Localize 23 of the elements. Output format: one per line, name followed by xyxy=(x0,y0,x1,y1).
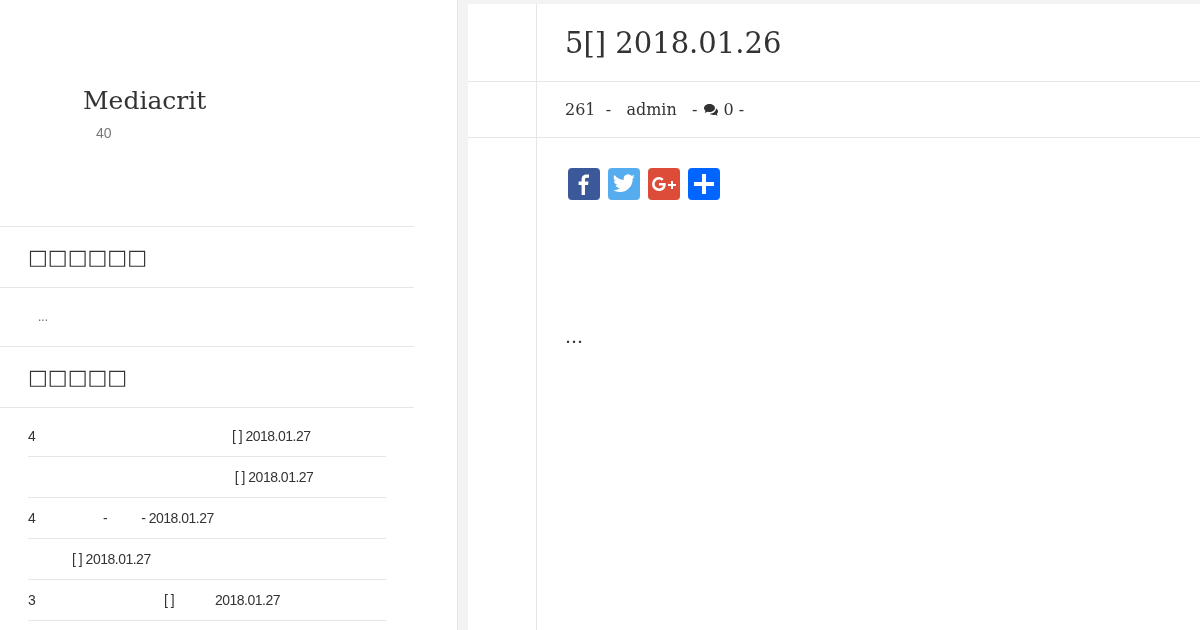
plus-icon xyxy=(692,172,716,196)
g-plus-icon xyxy=(651,176,677,192)
post-title: 5[] 2018.01.26 xyxy=(565,25,782,60)
post-link[interactable]: 4 [ ] 2018.01.27 xyxy=(28,416,386,457)
widget-title: □□□□□□ xyxy=(0,227,414,288)
comment-count[interactable]: 0 xyxy=(718,100,739,119)
post-meta: 261 - admin - xyxy=(565,100,699,119)
comments-icon xyxy=(702,102,719,117)
twitter-share-button[interactable] xyxy=(608,168,640,200)
widget-title: □□□□□ xyxy=(0,347,414,408)
post-link[interactable]: [ ] 2018.01.27 xyxy=(28,457,386,498)
post-link[interactable]: 3 [ ] 2018.01.27 xyxy=(28,580,386,621)
meta-separator: - xyxy=(738,100,745,119)
post-link[interactable]: [ ] 2018.01.27 xyxy=(28,539,386,580)
facebook-share-button[interactable] xyxy=(568,168,600,200)
share-button[interactable] xyxy=(688,168,720,200)
google-plus-share-button[interactable] xyxy=(648,168,680,200)
site-title[interactable]: Mediacrit xyxy=(83,86,414,115)
site-tagline: 40 xyxy=(96,125,113,141)
post-link[interactable]: 4 - - 2018.01.27 xyxy=(28,498,386,539)
post-excerpt: ... xyxy=(565,325,585,347)
bird-icon xyxy=(612,174,636,194)
widget-text: ... xyxy=(0,288,414,347)
